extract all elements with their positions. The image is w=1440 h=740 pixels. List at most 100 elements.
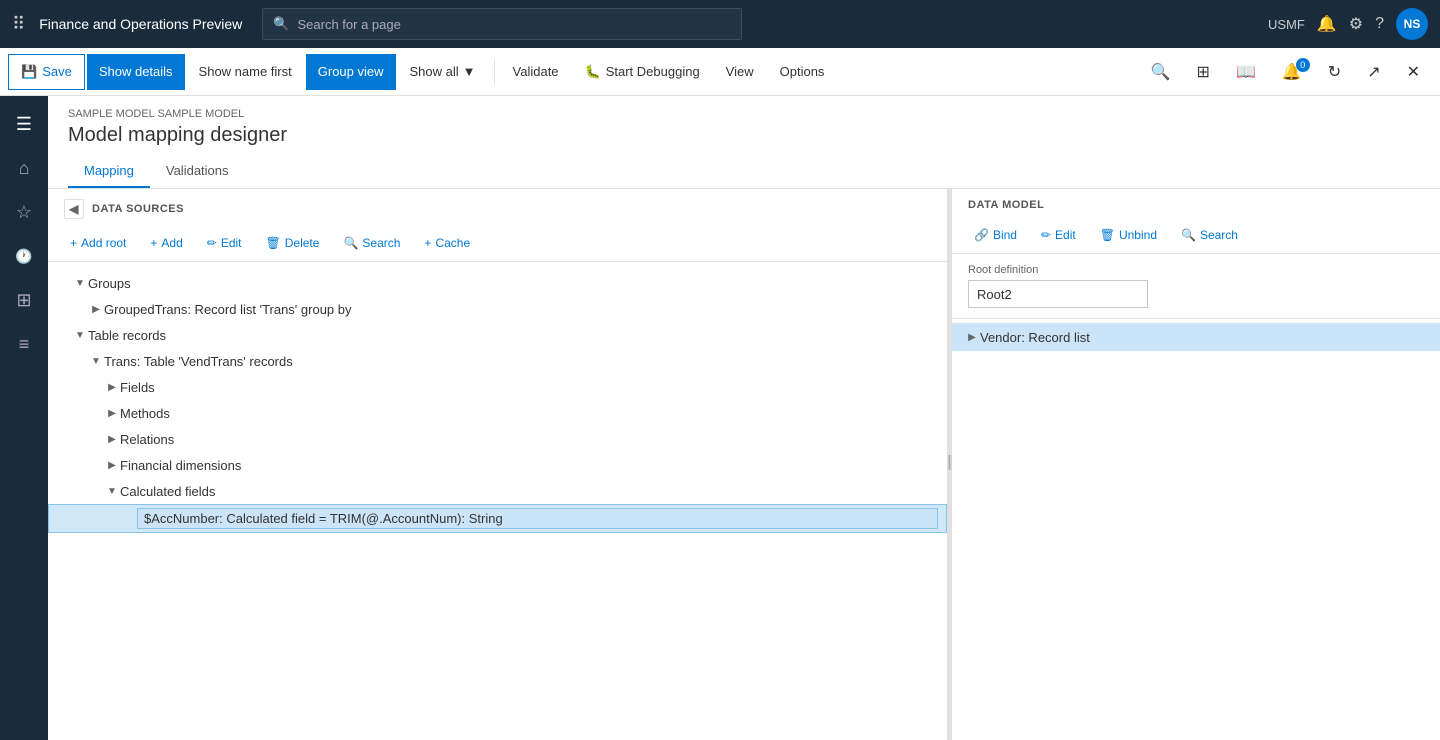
breadcrumb: SAMPLE MODEL SAMPLE MODEL bbox=[68, 108, 1420, 120]
favorites-nav-item[interactable]: ☆ bbox=[4, 192, 44, 232]
personalize-button[interactable]: ⊞ bbox=[1185, 54, 1222, 90]
chevron-down-icon: ▼ bbox=[463, 64, 476, 79]
data-model-panel: DATA MODEL 🔗 Bind ✏ Edit 🗑 Unbind bbox=[952, 189, 1440, 740]
tree-item-tablerecords[interactable]: ▼ Table records bbox=[48, 322, 947, 348]
user-avatar[interactable]: NS bbox=[1396, 8, 1428, 40]
root-definition-section: Root definition bbox=[952, 254, 1440, 319]
bind-button[interactable]: 🔗 Bind bbox=[964, 221, 1027, 249]
cache-button[interactable]: + Cache bbox=[414, 229, 480, 257]
delete-button[interactable]: 🗑 Delete bbox=[256, 229, 330, 257]
validate-button[interactable]: Validate bbox=[501, 54, 571, 90]
tabs-container: Mapping Validations bbox=[68, 155, 1420, 188]
main-content: SAMPLE MODEL SAMPLE MODEL Model mapping … bbox=[48, 96, 1440, 740]
save-button[interactable]: 💾 Save bbox=[8, 54, 85, 90]
data-sources-label: DATA SOURCES bbox=[92, 203, 184, 215]
search-ds-button[interactable]: 🔍 Search bbox=[333, 229, 410, 257]
expand-icon-relations: ▶ bbox=[104, 431, 120, 447]
tab-mapping[interactable]: Mapping bbox=[68, 155, 150, 188]
expand-icon-calculated-fields: ▼ bbox=[104, 483, 120, 499]
expand-icon-tablerecords: ▼ bbox=[72, 327, 88, 343]
expand-icon-groups: ▼ bbox=[72, 275, 88, 291]
data-model-item-vendor[interactable]: ▶ Vendor: Record list bbox=[952, 323, 1440, 351]
page-header: SAMPLE MODEL SAMPLE MODEL Model mapping … bbox=[48, 96, 1440, 189]
content-area: ◀ DATA SOURCES + Add root + Add ✏ Edit bbox=[48, 189, 1440, 740]
apps-icon[interactable]: ⠿ bbox=[12, 14, 25, 35]
refresh-button[interactable]: ↻ bbox=[1316, 54, 1353, 90]
tree-item-groupedtrans[interactable]: ▶ GroupedTrans: Record list 'Trans' grou… bbox=[48, 296, 947, 322]
show-all-button[interactable]: Show all ▼ bbox=[398, 54, 488, 90]
global-search-box[interactable]: 🔍 Search for a page bbox=[262, 8, 742, 40]
user-org: USMF bbox=[1268, 17, 1305, 32]
tree-item-financial-dims[interactable]: ▶ Financial dimensions bbox=[48, 452, 947, 478]
search-dm-button[interactable]: 🔍 Search bbox=[1171, 221, 1248, 249]
main-layout: ☰ ⌂ ☆ 🕐 ⊞ ≡ SAMPLE MODEL SAMPLE MODEL Mo… bbox=[0, 96, 1440, 740]
start-debugging-button[interactable]: 🐛 Start Debugging bbox=[573, 54, 712, 90]
search-ds-icon: 🔍 bbox=[343, 236, 358, 250]
root-definition-input[interactable] bbox=[968, 280, 1148, 308]
settings-icon[interactable]: ⚙ bbox=[1349, 14, 1363, 34]
dm-edit-button[interactable]: ✏ Edit bbox=[1031, 221, 1086, 249]
tree-item-groups[interactable]: ▼ Groups bbox=[48, 270, 947, 296]
data-sources-tree: ▼ Groups ▶ GroupedTrans: Record list 'Tr… bbox=[48, 262, 947, 740]
recent-nav-item[interactable]: 🕐 bbox=[4, 236, 44, 276]
tab-validations[interactable]: Validations bbox=[150, 155, 245, 188]
add-root-button[interactable]: + Add root bbox=[60, 229, 136, 257]
options-button[interactable]: Options bbox=[768, 54, 837, 90]
unbind-button[interactable]: 🗑 Unbind bbox=[1090, 221, 1167, 249]
badge-button[interactable]: 🔔 0 bbox=[1270, 54, 1314, 90]
add-icon: + bbox=[150, 236, 157, 250]
expand-icon-groupedtrans: ▶ bbox=[88, 301, 104, 317]
search-toolbar-icon: 🔍 bbox=[1151, 62, 1171, 82]
help-icon[interactable]: ? bbox=[1375, 15, 1384, 33]
top-navigation: ⠿ Finance and Operations Preview 🔍 Searc… bbox=[0, 0, 1440, 48]
data-model-toolbar: 🔗 Bind ✏ Edit 🗑 Unbind 🔍 Search bbox=[952, 217, 1440, 254]
tree-item-trans[interactable]: ▼ Trans: Table 'VendTrans' records bbox=[48, 348, 947, 374]
expand-icon-trans: ▼ bbox=[88, 353, 104, 369]
workspaces-nav-item[interactable]: ⊞ bbox=[4, 280, 44, 320]
cache-icon: + bbox=[424, 236, 431, 250]
show-details-button[interactable]: Show details bbox=[87, 54, 185, 90]
panel-collapse-button[interactable]: ◀ bbox=[64, 199, 84, 219]
view-button[interactable]: View bbox=[714, 54, 766, 90]
delete-icon: 🗑 bbox=[266, 236, 281, 250]
search-toolbar-button[interactable]: 🔍 bbox=[1139, 54, 1183, 90]
data-sources-toolbar: + Add root + Add ✏ Edit 🗑 Delete bbox=[48, 225, 947, 262]
data-sources-panel: ◀ DATA SOURCES + Add root + Add ✏ Edit bbox=[48, 189, 948, 740]
root-definition-label: Root definition bbox=[968, 264, 1424, 276]
edit-button[interactable]: ✏ Edit bbox=[197, 229, 252, 257]
expand-icon-methods: ▶ bbox=[104, 405, 120, 421]
tree-item-acc-number[interactable]: $AccNumber: Calculated field = TRIM(@.Ac… bbox=[48, 504, 947, 533]
show-name-first-button[interactable]: Show name first bbox=[187, 54, 304, 90]
tree-item-fields[interactable]: ▶ Fields bbox=[48, 374, 947, 400]
expand-icon-financial-dims: ▶ bbox=[104, 457, 120, 473]
expand-icon-fields: ▶ bbox=[104, 379, 120, 395]
home-nav-item[interactable]: ⌂ bbox=[4, 148, 44, 188]
search-placeholder: Search for a page bbox=[297, 17, 400, 32]
toolbar-separator-1 bbox=[494, 60, 495, 84]
close-button[interactable]: ✕ bbox=[1395, 54, 1432, 90]
notifications-icon[interactable]: 🔔 bbox=[1317, 14, 1337, 34]
expand-button[interactable]: ↗ bbox=[1355, 54, 1392, 90]
modules-nav-item[interactable]: ≡ bbox=[4, 324, 44, 364]
group-view-button[interactable]: Group view bbox=[306, 54, 396, 90]
tree-item-relations[interactable]: ▶ Relations bbox=[48, 426, 947, 452]
top-nav-right: USMF 🔔 ⚙ ? NS bbox=[1268, 8, 1428, 40]
badge-count: 0 bbox=[1296, 58, 1310, 72]
data-model-header: DATA MODEL bbox=[952, 189, 1440, 217]
hamburger-menu-button[interactable]: ☰ bbox=[4, 104, 44, 144]
search-dm-icon: 🔍 bbox=[1181, 228, 1196, 242]
dm-edit-icon: ✏ bbox=[1041, 228, 1051, 242]
left-navigation: ☰ ⌂ ☆ 🕐 ⊞ ≡ bbox=[0, 96, 48, 740]
unbind-icon: 🗑 bbox=[1100, 228, 1115, 242]
edit-icon: ✏ bbox=[207, 236, 217, 250]
save-icon: 💾 bbox=[21, 64, 37, 80]
add-root-icon: + bbox=[70, 236, 77, 250]
expand-icon-vendor: ▶ bbox=[964, 329, 980, 345]
tree-item-methods[interactable]: ▶ Methods bbox=[48, 400, 947, 426]
bind-icon: 🔗 bbox=[974, 228, 989, 242]
reading-mode-button[interactable]: 📖 bbox=[1224, 54, 1268, 90]
add-button[interactable]: + Add bbox=[140, 229, 192, 257]
debug-icon: 🐛 bbox=[585, 64, 601, 80]
search-icon: 🔍 bbox=[273, 16, 289, 32]
tree-item-calculated-fields[interactable]: ▼ Calculated fields bbox=[48, 478, 947, 504]
